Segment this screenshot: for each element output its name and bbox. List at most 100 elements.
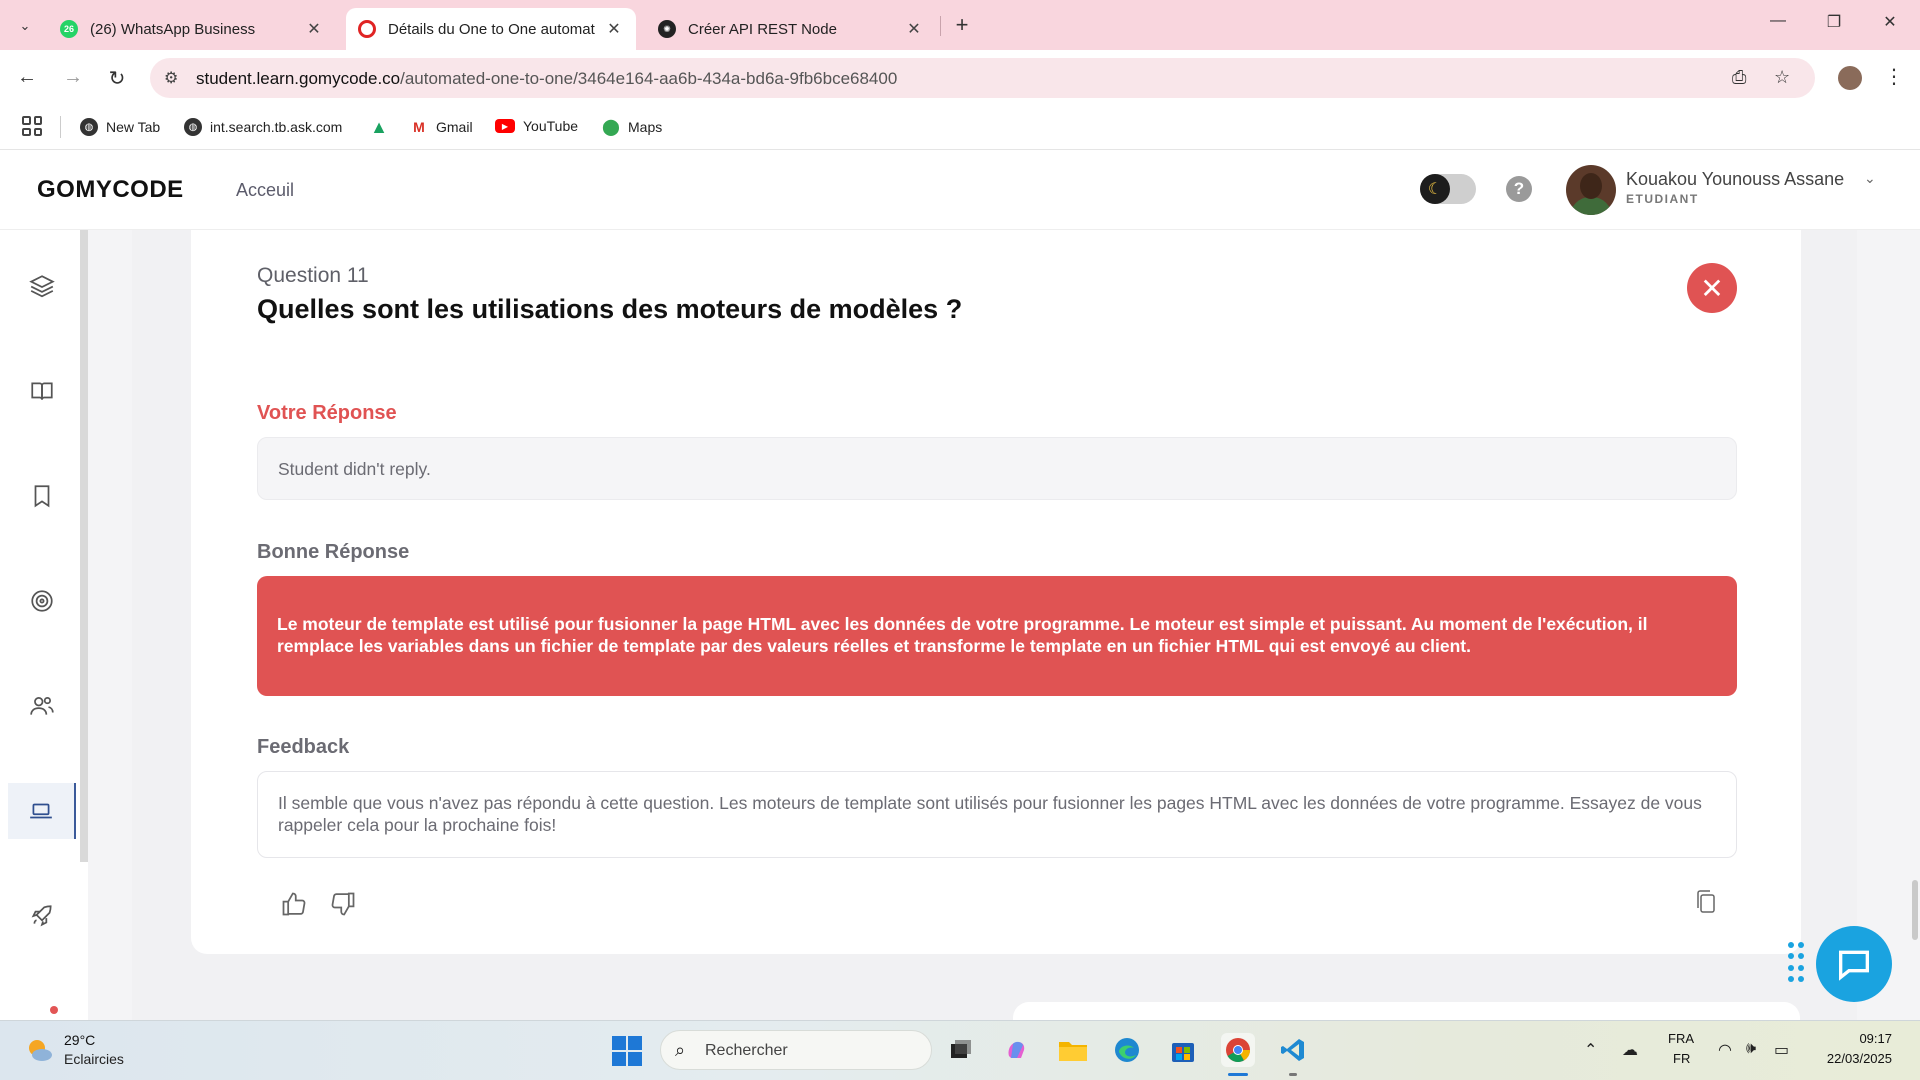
nav-home-link[interactable]: Acceuil <box>236 180 294 201</box>
window-close-button[interactable]: ✕ <box>1870 12 1910 32</box>
folder-glyph <box>1059 1042 1087 1061</box>
thumbs-up-icon[interactable] <box>280 890 308 918</box>
layers-icon <box>29 275 55 298</box>
tab-close-icon[interactable]: ✕ <box>604 19 624 39</box>
file-explorer-icon[interactable] <box>1056 1033 1090 1067</box>
whatsapp-icon: 26 <box>60 20 78 38</box>
bookmark-youtube[interactable]: ▶ YouTube <box>495 118 578 134</box>
theme-toggle[interactable]: ☾ <box>1420 174 1476 204</box>
task-view-icon[interactable] <box>944 1033 978 1067</box>
tray-overflow-icon[interactable]: ⌃ <box>1584 1040 1597 1060</box>
tab-details-one-to-one[interactable]: Détails du One to One automat ✕ <box>346 8 636 50</box>
clock-time[interactable]: 09:17 <box>1832 1031 1892 1046</box>
volume-icon[interactable]: 🕪 <box>1746 1040 1756 1058</box>
weather-desc[interactable]: Eclaircies <box>64 1051 124 1067</box>
chatgpt-icon: ✺ <box>658 20 676 38</box>
keyboard-layout-indicator[interactable]: FR <box>1673 1051 1690 1066</box>
sidebar-item-laptop[interactable] <box>8 783 76 839</box>
vscode-glyph <box>1281 1039 1304 1061</box>
feedback-label: Feedback <box>257 736 350 758</box>
globe-icon: ◍ <box>184 118 202 136</box>
store-glyph <box>1172 1043 1194 1062</box>
bookmark-star-icon[interactable]: ☆ <box>1774 67 1790 88</box>
bookmark-label: Gmail <box>436 119 473 135</box>
youtube-icon: ▶ <box>495 119 515 133</box>
new-tab-button[interactable]: + <box>950 12 974 38</box>
copy-icon[interactable] <box>1694 889 1718 915</box>
your-answer-box: Student didn't reply. <box>257 437 1737 500</box>
sidebar-item-rocket[interactable] <box>8 888 76 944</box>
tab-search-dropdown[interactable]: ⌄ <box>12 13 38 39</box>
close-button[interactable]: ✕ <box>1687 263 1737 313</box>
taskbar-search[interactable]: ⌕ Rechercher <box>660 1030 932 1070</box>
windows-start-icon[interactable] <box>612 1036 642 1066</box>
copilot-icon[interactable] <box>1000 1033 1034 1067</box>
question-number: Question 11 <box>257 264 369 287</box>
site-info-icon[interactable]: ⚙ <box>164 68 178 88</box>
sidebar-item-book[interactable] <box>8 363 76 419</box>
apps-grid-icon[interactable] <box>22 116 42 136</box>
clock-date[interactable]: 22/03/2025 <box>1818 1051 1892 1066</box>
thumbs-down-icon[interactable] <box>329 890 357 918</box>
bookmark-int-search[interactable]: ◍ int.search.tb.ask.com <box>184 118 342 136</box>
drive-icon: ▲ <box>370 116 388 137</box>
omnibox[interactable]: ⚙ student.learn.gomycode.co/automated-on… <box>150 58 1815 98</box>
language-indicator[interactable]: FRA <box>1668 1031 1694 1046</box>
restore-button[interactable]: ❐ <box>1814 12 1854 32</box>
help-icon[interactable]: ? <box>1506 176 1532 202</box>
minimize-button[interactable]: — <box>1758 12 1798 30</box>
bookmark-maps[interactable]: ⬤ Maps <box>602 118 662 136</box>
edge-glyph <box>1115 1038 1139 1062</box>
browser-menu-icon[interactable]: ⋮ <box>1884 64 1904 89</box>
url-text[interactable]: student.learn.gomycode.co/automated-one-… <box>196 69 897 89</box>
taskbar-search-text: Rechercher <box>705 1042 788 1059</box>
laptop-icon <box>30 803 52 819</box>
tab-title: (26) WhatsApp Business <box>90 20 256 38</box>
tab-whatsapp[interactable]: 26 (26) WhatsApp Business ✕ <box>48 8 336 50</box>
maps-pin-icon: ⬤ <box>602 119 620 136</box>
sidebar-scrollbar[interactable] <box>80 230 88 862</box>
tab-creer-api[interactable]: ✺ Créer API REST Node ✕ <box>646 8 936 50</box>
address-toolbar: ← → ↻ ⚙ student.learn.gomycode.co/automa… <box>0 50 1920 106</box>
sidebar-item-target[interactable] <box>8 573 76 629</box>
back-icon[interactable]: ← <box>14 66 40 89</box>
bookmark-icon <box>34 485 50 508</box>
chat-drag-handle[interactable] <box>1788 942 1804 984</box>
weather-temp[interactable]: 29°C <box>64 1032 95 1048</box>
chat-widget-button[interactable] <box>1816 926 1892 1002</box>
onedrive-off-icon[interactable]: ☁ <box>1622 1040 1638 1060</box>
bookmarks-bar: ◍ New Tab ◍ int.search.tb.ask.com ▲ M Gmail… <box>0 106 1920 150</box>
gmail-icon: M <box>413 119 425 135</box>
gomycode-logo[interactable]: GOMYCODE <box>37 176 184 204</box>
wifi-icon[interactable]: ◠ <box>1718 1040 1732 1060</box>
vscode-icon[interactable] <box>1276 1033 1310 1067</box>
tab-close-icon[interactable]: ✕ <box>304 19 324 39</box>
correct-answer-label: Bonne Réponse <box>257 541 410 563</box>
sidebar-item-users[interactable] <box>8 678 76 734</box>
avatar[interactable] <box>1566 165 1616 215</box>
ms-store-icon[interactable] <box>1166 1033 1200 1067</box>
user-name[interactable]: Kouakou Younouss Assane <box>1626 169 1844 190</box>
bookmark-new-tab[interactable]: ◍ New Tab <box>80 118 160 136</box>
bookmark-gmail[interactable]: M Gmail <box>410 118 473 136</box>
tab-close-icon[interactable]: ✕ <box>904 19 924 39</box>
notification-dot <box>50 1006 58 1014</box>
tab-title: Créer API REST Node <box>688 20 837 38</box>
bookmark-label: Maps <box>628 119 663 135</box>
sidebar-item-layers[interactable] <box>8 258 76 314</box>
install-app-icon[interactable]: ⎙ <box>1732 67 1746 88</box>
chrome-glyph <box>1226 1038 1250 1063</box>
bookmark-drive[interactable]: ▲ <box>370 116 396 137</box>
chevron-down-icon[interactable]: ⌄ <box>1864 170 1876 187</box>
forward-icon[interactable]: → <box>60 66 86 89</box>
sidebar-item-bookmark[interactable] <box>8 468 76 524</box>
page-scrollbar[interactable] <box>1912 880 1918 940</box>
chrome-icon[interactable] <box>1221 1033 1255 1067</box>
edge-icon[interactable] <box>1110 1033 1144 1067</box>
reload-icon[interactable]: ↻ <box>104 66 130 91</box>
search-icon: ⌕ <box>675 1040 686 1060</box>
weather-icon[interactable] <box>24 1035 54 1065</box>
battery-icon[interactable]: ▭ <box>1774 1040 1789 1060</box>
browser-profile-avatar[interactable] <box>1838 66 1862 90</box>
copilot-glyph <box>1008 1041 1025 1058</box>
